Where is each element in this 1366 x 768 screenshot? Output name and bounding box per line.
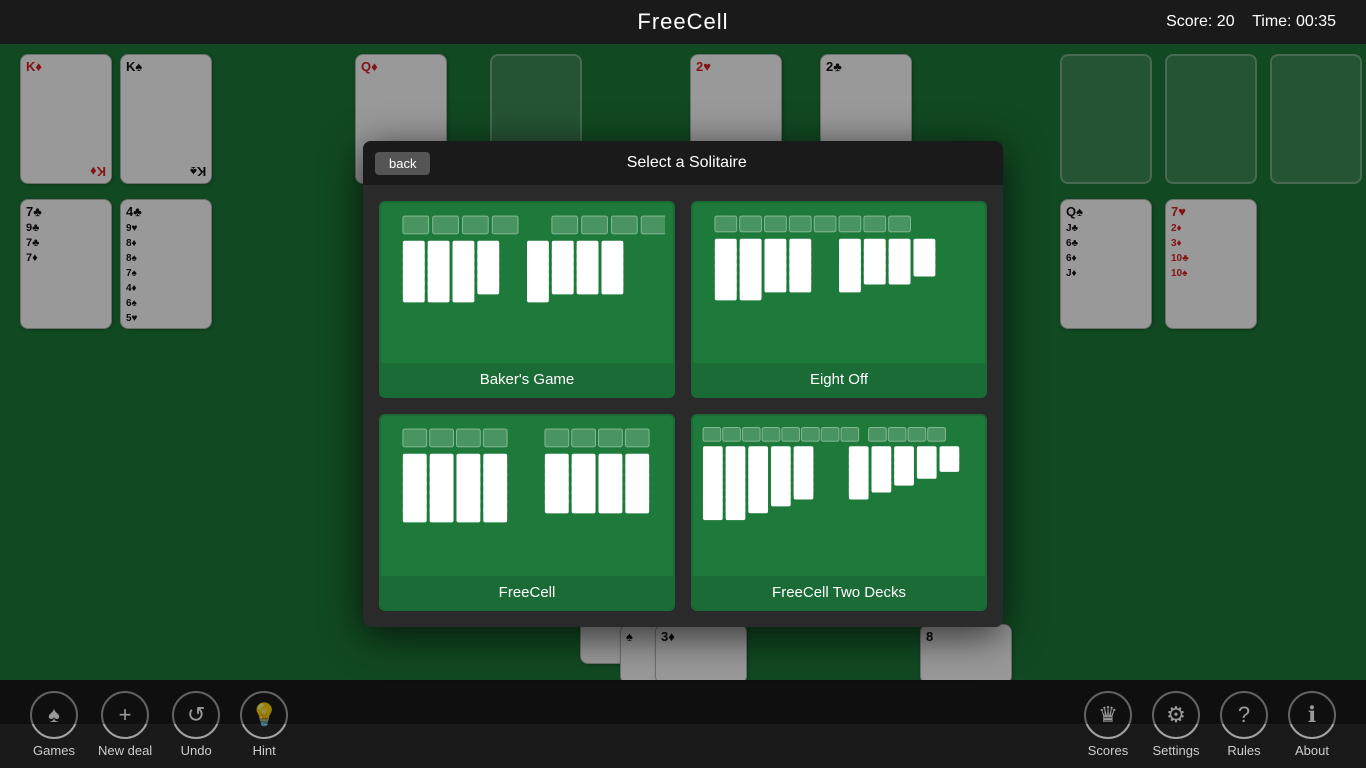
header: FreeCell Score: 20 Time: 00:35 (0, 0, 1366, 44)
modal-body: Baker's Game (363, 185, 1003, 627)
freecell-svg (389, 424, 665, 568)
game-option-bakers-game[interactable]: Baker's Game (379, 201, 675, 398)
eight-off-preview (693, 203, 985, 363)
game-option-freecell-two-decks[interactable]: FreeCell Two Decks (691, 414, 987, 611)
time-value: 00:35 (1296, 13, 1336, 30)
modal-overlay: back Select a Solitaire (0, 44, 1366, 724)
modal-back-button[interactable]: back (375, 152, 430, 175)
freecell-preview (381, 416, 673, 576)
scores-label: Scores (1088, 743, 1128, 758)
game-option-freecell[interactable]: FreeCell (379, 414, 675, 611)
about-label: About (1295, 743, 1329, 758)
hint-label: Hint (253, 743, 276, 758)
modal-title: Select a Solitaire (442, 154, 931, 172)
settings-label: Settings (1153, 743, 1200, 758)
games-label: Games (33, 743, 75, 758)
new-deal-label: New deal (98, 743, 152, 758)
solitaire-select-modal: back Select a Solitaire (363, 141, 1003, 627)
freecell-two-decks-svg (701, 424, 977, 568)
game-option-eight-off[interactable]: Eight Off (691, 201, 987, 398)
modal-header: back Select a Solitaire (363, 141, 1003, 185)
game-area: K♦ K♦ K♠ K♠ Q♦ Q♦ 2♥ 2♥ 2♣ 2♣ 7♣9♣7♣7♦ 4… (0, 44, 1366, 724)
score-value: 20 (1217, 13, 1235, 30)
score-label: Score: (1166, 13, 1212, 30)
app-title: FreeCell (637, 9, 728, 35)
time-label: Time: (1252, 13, 1291, 30)
eight-off-label: Eight Off (693, 363, 985, 396)
freecell-two-decks-preview (693, 416, 985, 576)
eight-off-svg (701, 211, 977, 355)
freecell-two-decks-label: FreeCell Two Decks (693, 576, 985, 609)
bakers-game-preview (381, 203, 673, 363)
freecell-label: FreeCell (381, 576, 673, 609)
undo-label: Undo (181, 743, 212, 758)
bakers-game-label: Baker's Game (381, 363, 673, 396)
bakers-game-svg (389, 211, 665, 355)
rules-label: Rules (1227, 743, 1260, 758)
score-time-display: Score: 20 Time: 00:35 (1166, 13, 1336, 31)
